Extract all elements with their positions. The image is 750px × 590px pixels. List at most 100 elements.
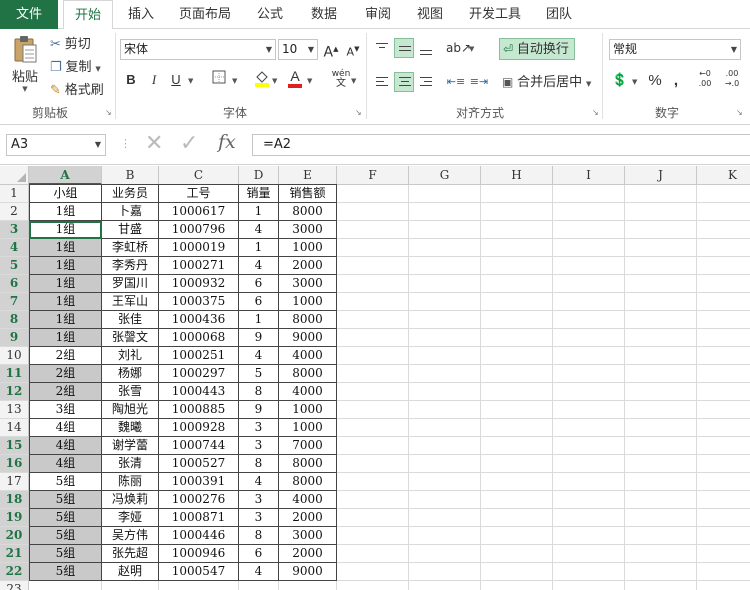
cell-c5[interactable]: 1000271 — [159, 257, 239, 275]
cell-b12[interactable]: 张雪 — [102, 383, 159, 401]
cell-f17[interactable] — [337, 473, 409, 491]
cell-h9[interactable] — [481, 329, 553, 347]
cell-j5[interactable] — [625, 257, 697, 275]
cell-c11[interactable]: 1000297 — [159, 365, 239, 383]
cell-e3[interactable]: 3000 — [279, 221, 337, 239]
cell-h5[interactable] — [481, 257, 553, 275]
row-header[interactable]: 10 — [0, 347, 29, 365]
cell-f19[interactable] — [337, 509, 409, 527]
cell-a4[interactable]: 1组 — [29, 239, 102, 257]
cell-a20[interactable]: 5组 — [29, 527, 102, 545]
row-header[interactable]: 21 — [0, 545, 29, 563]
cell-j21[interactable] — [625, 545, 697, 563]
cell-d4[interactable]: 1 — [239, 239, 279, 257]
cell-k12[interactable] — [697, 383, 750, 401]
cell-d3[interactable]: 4 — [239, 221, 279, 239]
fill-color-button[interactable] — [252, 69, 272, 89]
cell-g9[interactable] — [409, 329, 481, 347]
cell-j1[interactable] — [625, 185, 697, 203]
cell-h20[interactable] — [481, 527, 553, 545]
cell-i22[interactable] — [553, 563, 625, 581]
align-right-button[interactable] — [416, 72, 436, 92]
cell-c15[interactable]: 1000744 — [159, 437, 239, 455]
cell-g23[interactable] — [409, 581, 481, 590]
cell-g14[interactable] — [409, 419, 481, 437]
font-size-select[interactable]: 10 ▼ — [278, 39, 318, 60]
cell-b15[interactable]: 谢学蕾 — [102, 437, 159, 455]
cell-j22[interactable] — [625, 563, 697, 581]
cell-e1[interactable]: 销售额 — [279, 185, 337, 203]
cell-a8[interactable]: 1组 — [29, 311, 102, 329]
cell-j20[interactable] — [625, 527, 697, 545]
cell-c10[interactable]: 1000251 — [159, 347, 239, 365]
cell-a5[interactable]: 1组 — [29, 257, 102, 275]
cell-f23[interactable] — [337, 581, 409, 590]
cell-e17[interactable]: 8000 — [279, 473, 337, 491]
name-box[interactable]: A3 ▼ — [6, 134, 106, 156]
cell-a14[interactable]: 4组 — [29, 419, 102, 437]
cell-c7[interactable]: 1000375 — [159, 293, 239, 311]
cell-e14[interactable]: 1000 — [279, 419, 337, 437]
cell-e20[interactable]: 3000 — [279, 527, 337, 545]
cell-b11[interactable]: 杨娜 — [102, 365, 159, 383]
cell-i10[interactable] — [553, 347, 625, 365]
cell-a18[interactable]: 5组 — [29, 491, 102, 509]
cell-d9[interactable]: 9 — [239, 329, 279, 347]
cell-i16[interactable] — [553, 455, 625, 473]
cell-h23[interactable] — [481, 581, 553, 590]
comma-style-button[interactable]: , — [666, 71, 686, 91]
cell-k5[interactable] — [697, 257, 750, 275]
orientation-chevron-icon[interactable]: ▼ — [469, 45, 474, 53]
cell-k10[interactable] — [697, 347, 750, 365]
cell-g3[interactable] — [409, 221, 481, 239]
cell-g6[interactable] — [409, 275, 481, 293]
cell-d17[interactable]: 4 — [239, 473, 279, 491]
cell-c2[interactable]: 1000617 — [159, 203, 239, 221]
column-header-k[interactable]: K — [697, 166, 750, 185]
row-header[interactable]: 14 — [0, 419, 29, 437]
increase-indent-button[interactable]: ≡⇥ — [469, 72, 489, 92]
cell-f18[interactable] — [337, 491, 409, 509]
cell-h7[interactable] — [481, 293, 553, 311]
cell-d2[interactable]: 1 — [239, 203, 279, 221]
cell-g12[interactable] — [409, 383, 481, 401]
cell-b20[interactable]: 吴方伟 — [102, 527, 159, 545]
cell-d20[interactable]: 8 — [239, 527, 279, 545]
cell-b6[interactable]: 罗国川 — [102, 275, 159, 293]
cell-i18[interactable] — [553, 491, 625, 509]
cell-d1[interactable]: 销量 — [239, 185, 279, 203]
column-header-e[interactable]: E — [279, 166, 337, 185]
cell-f5[interactable] — [337, 257, 409, 275]
cell-a6[interactable]: 1组 — [29, 275, 102, 293]
cell-a12[interactable]: 2组 — [29, 383, 102, 401]
font-launcher-icon[interactable]: ↘ — [355, 108, 362, 117]
cell-j23[interactable] — [625, 581, 697, 590]
column-header-f[interactable]: F — [337, 166, 409, 185]
cell-e4[interactable]: 1000 — [279, 239, 337, 257]
cell-g17[interactable] — [409, 473, 481, 491]
cell-d14[interactable]: 3 — [239, 419, 279, 437]
cell-k22[interactable] — [697, 563, 750, 581]
cell-g18[interactable] — [409, 491, 481, 509]
cell-k20[interactable] — [697, 527, 750, 545]
row-header[interactable]: 5 — [0, 257, 29, 275]
cell-c23[interactable] — [159, 581, 239, 590]
cell-g4[interactable] — [409, 239, 481, 257]
cell-f14[interactable] — [337, 419, 409, 437]
cell-b9[interactable]: 张謦文 — [102, 329, 159, 347]
cell-i7[interactable] — [553, 293, 625, 311]
cell-g2[interactable] — [409, 203, 481, 221]
cell-h8[interactable] — [481, 311, 553, 329]
row-header[interactable]: 11 — [0, 365, 29, 383]
cell-b5[interactable]: 李秀丹 — [102, 257, 159, 275]
cell-f20[interactable] — [337, 527, 409, 545]
cell-e23[interactable] — [279, 581, 337, 590]
cell-i19[interactable] — [553, 509, 625, 527]
cell-e18[interactable]: 4000 — [279, 491, 337, 509]
cell-i4[interactable] — [553, 239, 625, 257]
cell-c4[interactable]: 1000019 — [159, 239, 239, 257]
align-left-button[interactable] — [372, 72, 392, 92]
cell-g7[interactable] — [409, 293, 481, 311]
cell-k13[interactable] — [697, 401, 750, 419]
cell-d21[interactable]: 6 — [239, 545, 279, 563]
